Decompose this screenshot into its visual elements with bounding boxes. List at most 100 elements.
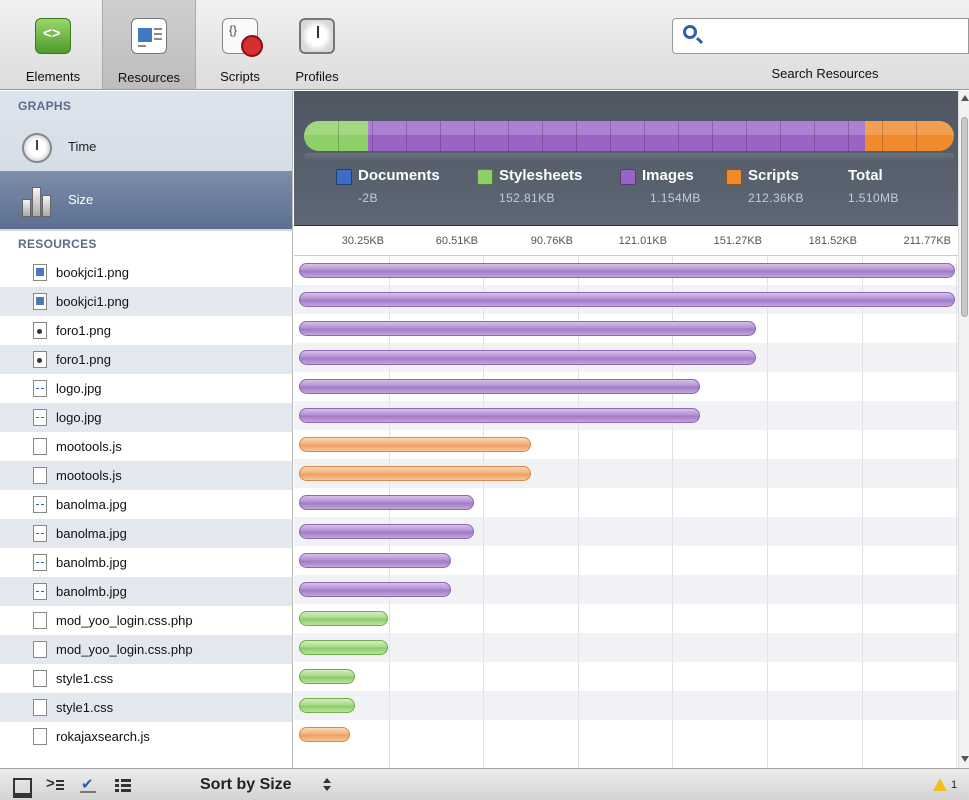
- resource-name: style1.css: [56, 700, 114, 715]
- resource-size-bar[interactable]: [299, 350, 756, 365]
- resource-bar-row: [294, 285, 958, 314]
- size-ruler: 30.25KB 60.51KB 90.76KB 121.01KB 151.27KB 181…: [294, 227, 958, 256]
- graph-item-size[interactable]: Size: [0, 171, 292, 229]
- image-file-icon: [33, 525, 47, 542]
- resource-item[interactable]: mootools.js: [0, 461, 292, 490]
- ruler-tick-label: 60.51KB: [435, 235, 478, 247]
- resource-bars: [294, 256, 958, 749]
- resource-size-bar[interactable]: [299, 640, 388, 655]
- search-box[interactable]: [672, 18, 969, 54]
- list-view-icon[interactable]: [112, 775, 134, 795]
- resource-size-bar[interactable]: [299, 408, 701, 423]
- resource-size-bar[interactable]: [299, 698, 356, 713]
- resource-size-timeline: 30.25KB 60.51KB 90.76KB 121.01KB 151.27KB 181…: [294, 227, 958, 768]
- resource-name: mod_yoo_login.css.php: [56, 642, 193, 657]
- sort-select[interactable]: Sort by Size: [200, 776, 292, 794]
- legend-label-total: Total: [848, 167, 883, 184]
- vertical-scrollbar[interactable]: [958, 91, 969, 768]
- search-label: Search Resources: [771, 66, 879, 81]
- document-file-icon: [33, 612, 47, 629]
- resource-item[interactable]: rokajaxsearch.js: [0, 722, 292, 751]
- image-file-icon: [33, 264, 47, 281]
- elements-panel-button[interactable]: Elements: [14, 10, 92, 88]
- resource-name: bookjci1.png: [56, 265, 129, 280]
- resource-item[interactable]: mod_yoo_login.css.php: [0, 635, 292, 664]
- resource-item[interactable]: logo.jpg: [0, 374, 292, 403]
- resource-bar-row: [294, 691, 958, 720]
- image-file-icon: [33, 351, 47, 368]
- resources-icon: [131, 18, 167, 54]
- scroll-thumb[interactable]: [961, 117, 968, 317]
- ruler-tick-label: 121.01KB: [618, 235, 667, 247]
- ruler-tick-label: 90.76KB: [530, 235, 573, 247]
- resource-size-bar[interactable]: [299, 727, 350, 742]
- ruler-tick-label: 30.25KB: [341, 235, 384, 247]
- ruler-tick-label: 181.52KB: [808, 235, 857, 247]
- document-file-icon: [33, 467, 47, 484]
- resources-list: bookjci1.png bookjci1.png foro1.png foro1.p…: [0, 258, 292, 751]
- resource-item[interactable]: logo.jpg: [0, 403, 292, 432]
- resource-size-bar[interactable]: [299, 263, 955, 278]
- sort-select-arrows-icon[interactable]: [322, 778, 332, 792]
- legend-value-documents: -2B: [358, 191, 378, 205]
- resource-size-bar[interactable]: [299, 582, 452, 597]
- resource-item[interactable]: bookjci1.png: [0, 287, 292, 316]
- graph-item-time[interactable]: Time: [0, 127, 292, 171]
- resource-item[interactable]: foro1.png: [0, 316, 292, 345]
- resource-size-bar[interactable]: [299, 292, 955, 307]
- scripts-icon: [222, 18, 263, 57]
- sidebar: GRAPHS Time Size RESOURCES bookjci1.png b…: [0, 91, 293, 768]
- resource-item[interactable]: style1.css: [0, 693, 292, 722]
- warning-icon[interactable]: [933, 778, 947, 791]
- resource-item[interactable]: banolma.jpg: [0, 490, 292, 519]
- resource-name: banolmb.jpg: [56, 584, 127, 599]
- resource-bar-row: [294, 256, 958, 285]
- dock-to-window-icon[interactable]: [10, 775, 32, 798]
- scroll-up-arrow-icon[interactable]: [961, 95, 969, 101]
- resource-size-bar[interactable]: [299, 524, 475, 539]
- resource-item[interactable]: banolmb.jpg: [0, 548, 292, 577]
- toolbar: Elements Resources Scripts Profiles Sear…: [0, 0, 969, 90]
- resource-name: banolmb.jpg: [56, 555, 127, 570]
- summary-segment-stylesheets: [304, 121, 369, 151]
- resource-size-bar[interactable]: [299, 611, 388, 626]
- summary-graph: Documents -2B Stylesheets 152.81KB Image…: [294, 91, 969, 226]
- document-file-icon: [33, 670, 47, 687]
- search-input[interactable]: [707, 25, 957, 47]
- clock-icon: [22, 133, 52, 163]
- resource-size-bar[interactable]: [299, 495, 475, 510]
- legend-value-images: 1.154MB: [650, 191, 701, 205]
- resource-size-bar[interactable]: [299, 321, 756, 336]
- resource-size-bar[interactable]: [299, 669, 356, 684]
- enable-resource-tracking-icon[interactable]: [78, 775, 100, 795]
- resource-bar-row: [294, 314, 958, 343]
- resource-item[interactable]: mootools.js: [0, 432, 292, 461]
- resource-bar-row: [294, 372, 958, 401]
- elements-icon: [35, 18, 71, 54]
- ruler-tick-label: 211.77KB: [903, 235, 951, 247]
- console-icon[interactable]: [44, 775, 66, 795]
- scroll-down-arrow-icon[interactable]: [961, 756, 969, 762]
- resource-size-bar[interactable]: [299, 553, 452, 568]
- image-file-icon: [33, 322, 47, 339]
- resource-bar-row: [294, 546, 958, 575]
- resource-item[interactable]: banolmb.jpg: [0, 577, 292, 606]
- resource-size-bar[interactable]: [299, 379, 701, 394]
- resource-bar-row: [294, 720, 958, 749]
- resource-bar-row: [294, 662, 958, 691]
- profiles-panel-button[interactable]: Profiles: [282, 10, 352, 88]
- resource-size-bar[interactable]: [299, 437, 532, 452]
- legend-value-stylesheets: 152.81KB: [499, 191, 555, 205]
- resource-item[interactable]: mod_yoo_login.css.php: [0, 606, 292, 635]
- ruler-tick-label: 151.27KB: [713, 235, 762, 247]
- resource-item[interactable]: style1.css: [0, 664, 292, 693]
- resource-size-bar[interactable]: [299, 466, 532, 481]
- resource-item[interactable]: bookjci1.png: [0, 258, 292, 287]
- resource-item[interactable]: foro1.png: [0, 345, 292, 374]
- resource-bar-row: [294, 517, 958, 546]
- resources-panel-button[interactable]: Resources: [102, 0, 196, 89]
- scripts-panel-button[interactable]: Scripts: [208, 10, 272, 88]
- resource-item[interactable]: banolma.jpg: [0, 519, 292, 548]
- resource-bar-row: [294, 343, 958, 372]
- graphs-section-title: GRAPHS: [18, 99, 72, 113]
